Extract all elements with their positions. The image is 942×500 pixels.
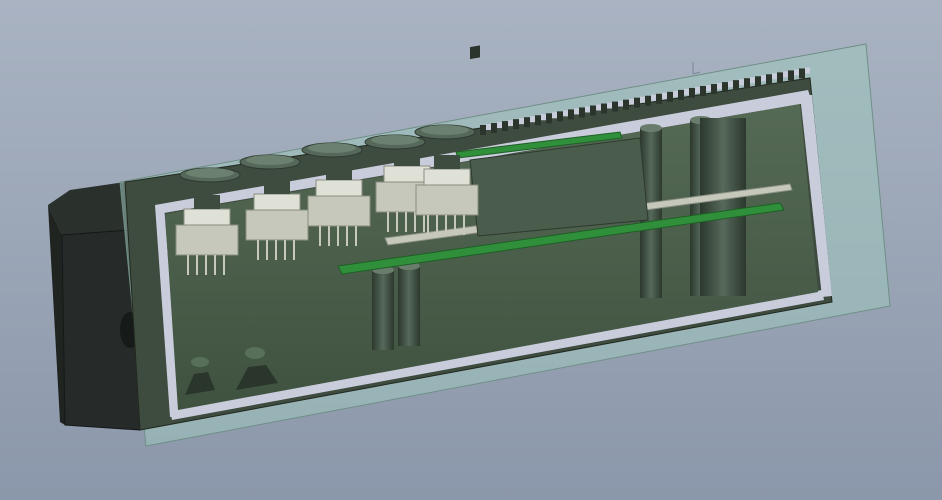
top-rib xyxy=(667,91,673,102)
top-rib xyxy=(502,121,508,132)
rib-cut-face xyxy=(783,71,788,78)
switch-body xyxy=(245,209,309,241)
rib-cut-face xyxy=(662,92,667,99)
switch-cap xyxy=(183,208,231,226)
top-rib xyxy=(766,74,772,85)
switch-actuator xyxy=(394,152,420,166)
switch-cap xyxy=(315,179,363,197)
rib-cut-face xyxy=(794,69,799,76)
top-rib xyxy=(645,95,651,106)
rib-cut-face xyxy=(618,100,623,107)
standoff-post xyxy=(398,266,420,346)
rib-cut-face xyxy=(761,75,766,82)
top-rib xyxy=(601,103,607,114)
top-rib xyxy=(788,70,794,81)
knob-top xyxy=(308,143,356,153)
switch-cap xyxy=(253,193,301,211)
cad-model-render[interactable] xyxy=(0,0,942,500)
switch-actuator xyxy=(326,166,352,180)
rib-cut-face xyxy=(640,96,645,103)
top-rib xyxy=(491,123,497,134)
rib-cut-face xyxy=(585,106,590,113)
rib-cut-face xyxy=(497,122,502,129)
top-rib xyxy=(777,72,783,83)
rib-cut-face xyxy=(552,112,557,119)
rib-cut-face xyxy=(739,79,744,86)
top-rib xyxy=(535,115,541,126)
switch-body xyxy=(307,195,371,227)
top-rib xyxy=(656,93,662,104)
rib-cut-face xyxy=(486,124,491,130)
rib-cut-face xyxy=(629,98,634,105)
switch-body xyxy=(175,224,239,256)
top-rib xyxy=(568,109,574,120)
top-rib xyxy=(546,113,552,124)
rib-cut-face xyxy=(717,83,722,90)
top-rib xyxy=(590,105,596,116)
rib-cut-face xyxy=(728,81,733,88)
standoff-top xyxy=(640,124,662,132)
center-pillar xyxy=(700,118,746,296)
rib-cut-face xyxy=(772,73,777,80)
knob-top xyxy=(246,155,294,165)
rib-cut-face xyxy=(563,110,568,117)
rib-cut-face xyxy=(607,102,612,109)
top-rib xyxy=(799,68,805,79)
top-rib xyxy=(557,111,563,122)
switch-cap xyxy=(383,165,431,183)
rib-cut-face xyxy=(530,116,535,123)
switch-actuator xyxy=(434,155,460,169)
top-rib xyxy=(524,117,530,128)
top-ribs xyxy=(470,45,480,60)
rib-cut-face xyxy=(596,104,601,111)
rib-cut-face xyxy=(508,120,513,127)
knob-top xyxy=(371,135,419,145)
switch-actuator xyxy=(194,195,220,209)
rib-cut-face xyxy=(541,114,546,121)
top-rib xyxy=(689,87,695,98)
rib-cut-face xyxy=(805,67,810,74)
rib-cut-face xyxy=(695,86,700,93)
knob-top xyxy=(186,168,234,178)
top-rib xyxy=(634,97,640,108)
cad-3d-viewport[interactable] xyxy=(0,0,942,500)
rib-cut-face xyxy=(574,108,579,115)
top-rib xyxy=(480,125,486,135)
switch-cap xyxy=(423,168,471,186)
top-rib xyxy=(733,80,739,91)
switch-actuator xyxy=(264,180,290,194)
top-rib xyxy=(513,119,519,130)
top-rib xyxy=(700,86,706,96)
standoff-post xyxy=(372,270,394,350)
top-rib xyxy=(722,82,728,93)
top-rib xyxy=(612,101,618,112)
switch-body xyxy=(415,184,479,216)
knob-top xyxy=(421,125,469,135)
top-rib xyxy=(678,89,684,100)
rib-cut-face xyxy=(651,94,656,101)
rib-cut-face xyxy=(750,77,755,84)
top-rib xyxy=(744,78,750,89)
top-rib xyxy=(623,99,629,110)
rib-cut-face xyxy=(706,85,711,91)
rib-cut-face xyxy=(673,90,678,97)
top-rib xyxy=(579,107,585,118)
rib-cut-face xyxy=(684,88,689,95)
rib-cut-face xyxy=(519,118,524,125)
top-rib xyxy=(711,84,717,95)
top-rib xyxy=(755,76,761,87)
